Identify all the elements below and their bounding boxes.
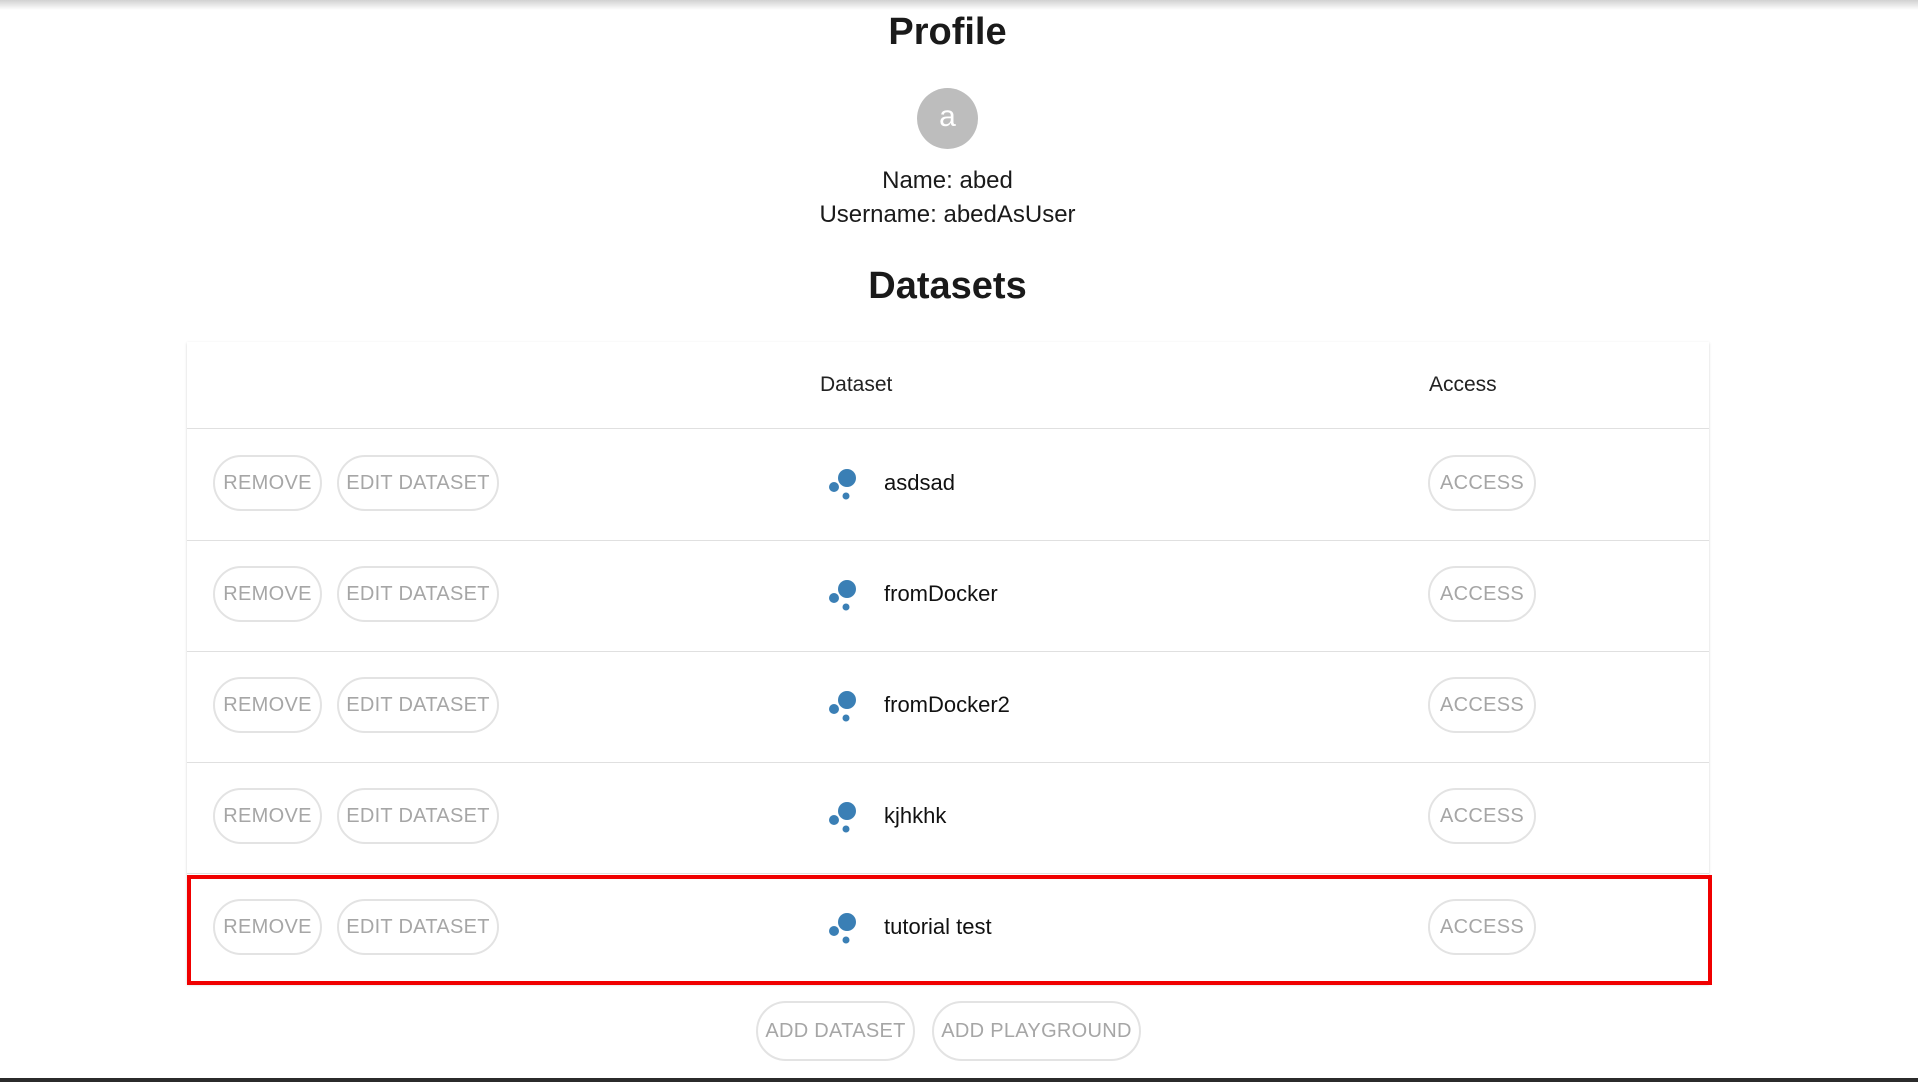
bottom-divider: [0, 1078, 1918, 1082]
edit-dataset-button[interactable]: EDIT DATASET: [337, 677, 499, 733]
profile-username: Username: abedAsUser: [819, 201, 1076, 228]
dataset-bubbles-icon: [829, 691, 856, 722]
dataset-bubbles-icon: [829, 913, 856, 944]
edit-dataset-button[interactable]: EDIT DATASET: [337, 566, 499, 622]
table-row: REMOVE EDIT DATASET tutorial test ACCESS: [187, 873, 1709, 984]
access-button[interactable]: ACCESS: [1428, 677, 1536, 733]
dataset-name: fromDocker: [884, 581, 998, 606]
profile-page: Profile a Name: abed Username: abedAsUse…: [0, 0, 1918, 1082]
table-header-row: Dataset Access: [187, 342, 1709, 429]
remove-button[interactable]: REMOVE: [213, 677, 322, 733]
column-header-dataset: Dataset: [820, 373, 893, 396]
dataset-name: asdsad: [884, 470, 955, 495]
edit-dataset-button[interactable]: EDIT DATASET: [337, 455, 499, 511]
table-row: REMOVE EDIT DATASET fromDocker ACCESS: [187, 540, 1709, 652]
table-row: REMOVE EDIT DATASET fromDocker2 ACCESS: [187, 651, 1709, 763]
datasets-table: Dataset Access REMOVE EDIT DATASET asdsa…: [187, 342, 1709, 984]
access-button[interactable]: ACCESS: [1428, 455, 1536, 511]
dataset-bubbles-icon: [829, 580, 856, 611]
table-row: REMOVE EDIT DATASET asdsad ACCESS: [187, 429, 1709, 541]
add-dataset-button[interactable]: ADD DATASET: [756, 1001, 915, 1061]
column-header-access: Access: [1429, 373, 1497, 396]
profile-name: Name: abed: [882, 167, 1013, 194]
dataset-bubbles-icon: [829, 802, 856, 833]
edit-dataset-button[interactable]: EDIT DATASET: [337, 788, 499, 844]
dataset-name: fromDocker2: [884, 692, 1010, 717]
dataset-bubbles-icon: [829, 469, 856, 500]
access-button[interactable]: ACCESS: [1428, 788, 1536, 844]
remove-button[interactable]: REMOVE: [213, 899, 322, 955]
dataset-name: tutorial test: [884, 914, 992, 939]
add-playground-button[interactable]: ADD PLAYGROUND: [932, 1001, 1141, 1061]
remove-button[interactable]: REMOVE: [213, 566, 322, 622]
avatar: a: [917, 88, 978, 149]
access-button[interactable]: ACCESS: [1428, 899, 1536, 955]
datasets-title: Datasets: [868, 265, 1027, 307]
edit-dataset-button[interactable]: EDIT DATASET: [337, 899, 499, 955]
dataset-name: kjhkhk: [884, 803, 947, 828]
remove-button[interactable]: REMOVE: [213, 788, 322, 844]
remove-button[interactable]: REMOVE: [213, 455, 322, 511]
access-button[interactable]: ACCESS: [1428, 566, 1536, 622]
profile-title: Profile: [888, 11, 1007, 53]
table-row: REMOVE EDIT DATASET kjhkhk ACCESS: [187, 762, 1709, 874]
